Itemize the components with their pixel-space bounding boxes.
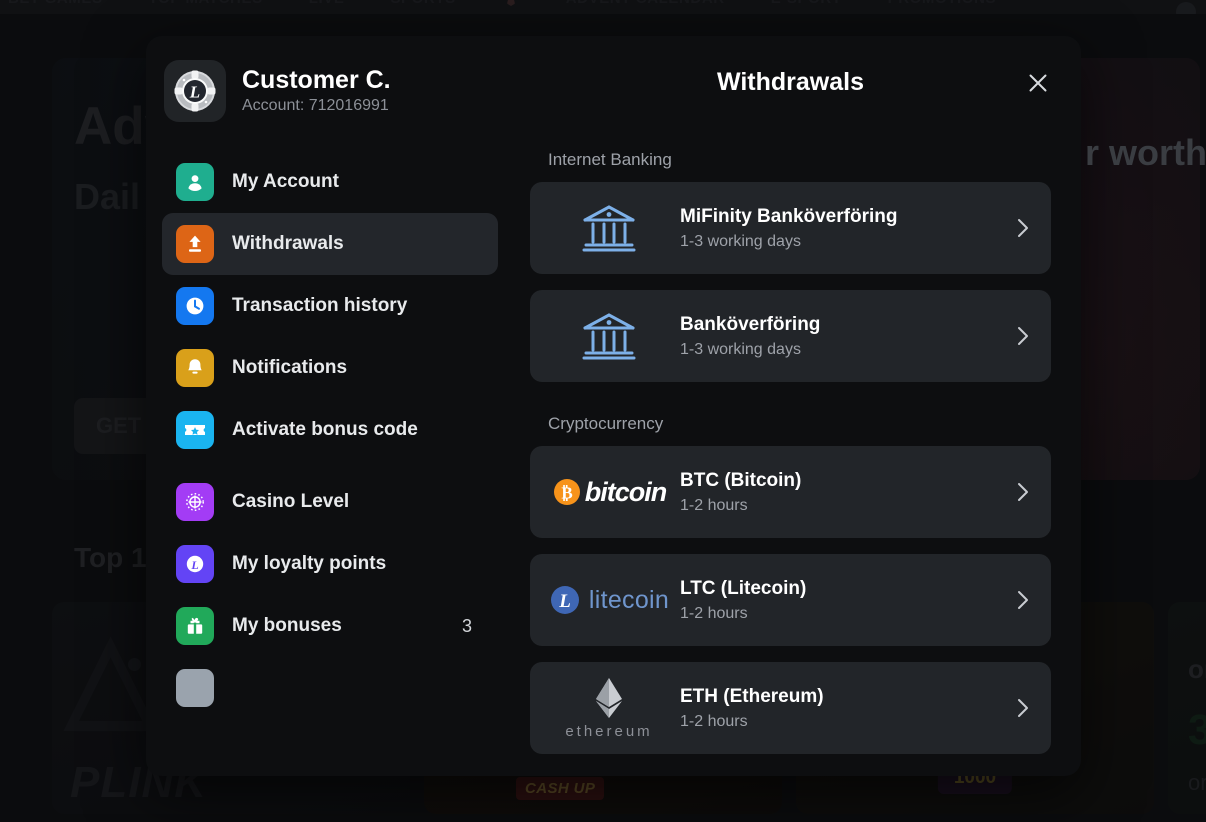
group-label-internet-banking: Internet Banking	[548, 150, 672, 169]
method-text: MiFinity Banköverföring 1-3 working days	[680, 206, 1007, 251]
sidebar-item-my-bonuses[interactable]: My bonuses 3	[162, 595, 498, 657]
chevron-right-icon[interactable]	[1011, 217, 1035, 239]
sidebar-item-label: Casino Level	[232, 491, 350, 512]
sidebar-item-label: Activate bonus code	[232, 419, 418, 440]
account-modal: L Customer C. Account: 712016991 My Acco…	[146, 36, 1081, 776]
bank-icon	[542, 197, 676, 259]
bell-icon	[176, 349, 214, 387]
method-card-bankoverforing[interactable]: Banköverföring 1-3 working days	[530, 290, 1051, 382]
ticket-star-icon	[176, 411, 214, 449]
clock-icon	[176, 287, 214, 325]
partial-icon	[176, 669, 214, 707]
method-name: MiFinity Banköverföring	[680, 205, 898, 227]
sidebar-item-my-account[interactable]: My Account	[162, 151, 498, 213]
sidebar-item-withdrawals[interactable]: Withdrawals	[162, 213, 498, 275]
chevron-right-icon[interactable]	[1011, 481, 1035, 503]
sidebar-item-activate-bonus-code[interactable]: Activate bonus code	[162, 399, 498, 461]
sidebar-item-notifications[interactable]: Notifications	[162, 337, 498, 399]
profile-block[interactable]: L Customer C. Account: 712016991	[162, 60, 498, 122]
method-time: 1-3 working days	[680, 340, 801, 358]
sidebar-item-label: My bonuses	[232, 615, 342, 636]
user-circle-icon	[176, 163, 214, 201]
sidebar-menu: My Account Withdrawals Transaction histo…	[162, 151, 498, 719]
method-time: 1-2 hours	[680, 712, 748, 730]
method-card-mifinity-bankoverforing[interactable]: MiFinity Banköverföring 1-3 working days	[530, 182, 1051, 274]
sidebar-menu-gap	[162, 461, 498, 471]
sidebar-item-label: Withdrawals	[232, 233, 344, 254]
profile-account: Account: 712016991	[242, 97, 389, 115]
content-header: Withdrawals	[530, 36, 1051, 128]
upload-arrow-icon	[176, 225, 214, 263]
method-text: LTC (Litecoin) 1-2 hours	[680, 578, 1007, 623]
svg-text:L: L	[558, 591, 571, 612]
bank-icon	[542, 305, 676, 367]
sidebar-item-label: Transaction history	[232, 295, 408, 316]
modal-content: Withdrawals Internet Banking MiFinity Ba…	[514, 36, 1081, 776]
method-name: Banköverföring	[680, 313, 821, 335]
ethereum-mark: ethereum	[565, 676, 652, 740]
profile-name: Customer C.	[242, 65, 391, 94]
chevron-right-icon[interactable]	[1011, 589, 1035, 611]
method-card-eth[interactable]: ethereum ETH (Ethereum) 1-2 hours	[530, 662, 1051, 754]
bitcoin-wordmark: bitcoin	[584, 476, 667, 507]
litecoin-wordmark: litecoin	[588, 585, 670, 614]
method-text: Banköverföring 1-3 working days	[680, 314, 1007, 359]
method-text: ETH (Ethereum) 1-2 hours	[680, 686, 1007, 731]
promo-right-text: r worth	[1085, 132, 1206, 173]
ethereum-logo: ethereum	[542, 676, 676, 740]
chevron-right-icon[interactable]	[1011, 697, 1035, 719]
sidebar-item-badge: 3	[461, 615, 472, 636]
method-card-btc[interactable]: ₿ bitcoin BTC (Bitcoin) 1-2 hours	[530, 446, 1051, 538]
chevron-right-icon[interactable]	[1011, 325, 1035, 347]
group-label-cryptocurrency: Cryptocurrency	[548, 414, 664, 433]
method-name: ETH (Ethereum)	[680, 685, 824, 707]
sidebar-item-label: My loyalty points	[232, 553, 387, 574]
roulette-icon	[176, 483, 214, 521]
methods-scroll-area[interactable]: Internet Banking MiFinity Banköverföring	[530, 128, 1051, 776]
method-name: BTC (Bitcoin)	[680, 469, 802, 491]
method-time: 1-2 hours	[680, 496, 748, 514]
gift-icon	[176, 607, 214, 645]
bitcoin-logo: ₿ bitcoin	[542, 461, 676, 523]
ethereum-wordmark: ethereum	[565, 723, 653, 740]
litecoin-logo: L litecoin	[542, 569, 676, 631]
sidebar-item-my-loyalty-points[interactable]: L My loyalty points	[162, 533, 498, 595]
avatar: L	[164, 60, 226, 122]
svg-text:L: L	[189, 83, 200, 102]
method-card-ltc[interactable]: L litecoin LTC (Litecoin) 1-2 hours	[530, 554, 1051, 646]
loyalty-coin-icon: L	[176, 545, 214, 583]
sidebar-item-label: Notifications	[232, 357, 348, 378]
sidebar-item-casino-level[interactable]: Casino Level	[162, 471, 498, 533]
method-time: 1-2 hours	[680, 604, 748, 622]
svg-text:L: L	[190, 558, 198, 572]
page-title: Withdrawals	[716, 67, 865, 96]
method-time: 1-3 working days	[680, 232, 801, 250]
sidebar-item-label: My Account	[232, 171, 339, 192]
sidebar-item-partial[interactable]	[162, 657, 498, 719]
svg-text:₿: ₿	[561, 484, 572, 503]
leon-chip-logo-icon: L	[174, 70, 216, 112]
page-root: Adv Dail GET Top 1 △ PLINK CASH UP 1000	[0, 0, 1206, 822]
modal-sidebar: L Customer C. Account: 712016991 My Acco…	[146, 36, 514, 776]
close-icon[interactable]	[1019, 64, 1057, 102]
method-name: LTC (Litecoin)	[680, 577, 807, 599]
sidebar-item-transaction-history[interactable]: Transaction history	[162, 275, 498, 337]
profile-text: Customer C. Account: 712016991	[242, 67, 391, 115]
method-text: BTC (Bitcoin) 1-2 hours	[680, 470, 1007, 515]
